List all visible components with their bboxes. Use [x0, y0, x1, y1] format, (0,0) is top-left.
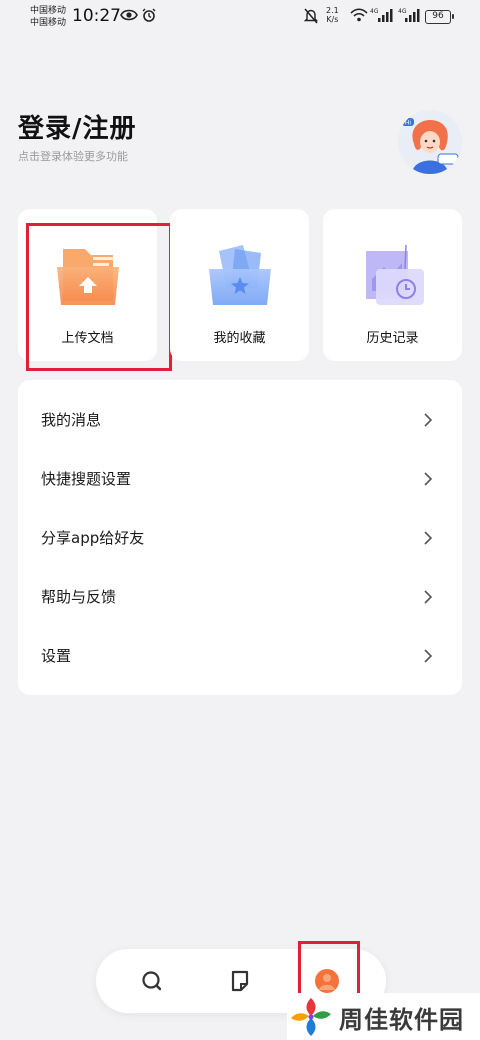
menu-item-label: 设置	[41, 647, 72, 665]
eye-icon	[120, 9, 138, 21]
history-label: 历史记录	[366, 331, 419, 346]
login-hint-text[interactable]: 点击登录体验更多功能	[18, 148, 128, 164]
favorites-star-folder-icon	[209, 245, 271, 305]
status-time: 10:27	[72, 6, 121, 26]
chevron-right-icon	[424, 413, 432, 427]
menu-item-label: 我的消息	[41, 411, 102, 429]
menu-item-settings[interactable]: 设置	[18, 626, 462, 685]
carrier-info: 中国移动 中国移动	[30, 5, 66, 29]
battery-indicator: 96	[425, 10, 454, 24]
network-speed: 2.1 K/s	[326, 6, 339, 24]
alarm-icon	[142, 8, 156, 22]
watermark: 周佳软件园	[287, 993, 480, 1040]
network-speed-unit: K/s	[326, 15, 339, 24]
menu-item-help-feedback[interactable]: 帮助与反馈	[18, 567, 462, 626]
watermark-text: 周佳软件园	[339, 1006, 464, 1034]
menu-item-share-app[interactable]: 分享app给好友	[18, 508, 462, 567]
settings-menu: 我的消息 快捷搜题设置 分享app给好友 帮助与反馈 设置	[18, 380, 462, 695]
menu-item-label: 分享app给好友	[41, 529, 145, 547]
status-bar: 中国移动 中国移动 10:27 2.1 K/s 4G 4G 96	[0, 0, 480, 34]
history-card[interactable]: 历史记录	[323, 209, 462, 361]
favorites-card[interactable]: 我的收藏	[170, 209, 309, 361]
favorites-label: 我的收藏	[213, 331, 266, 346]
chevron-right-icon	[424, 531, 432, 545]
signal-icon	[378, 9, 393, 22]
menu-item-label: 帮助与反馈	[41, 588, 117, 606]
menu-item-quick-search-settings[interactable]: 快捷搜题设置	[18, 449, 462, 508]
carrier-2: 中国移动	[30, 18, 67, 28]
chevron-right-icon	[424, 649, 432, 663]
chevron-right-icon	[424, 472, 432, 486]
notes-icon[interactable]	[228, 969, 252, 993]
search-icon[interactable]	[140, 969, 164, 993]
signal-icon-2	[405, 9, 420, 22]
history-clock-icon	[366, 244, 424, 305]
avatar-illustration-icon: Hi	[398, 110, 462, 174]
avatar-badge-text: Hi	[405, 120, 412, 127]
chevron-right-icon	[424, 590, 432, 604]
avatar[interactable]: Hi	[398, 110, 462, 174]
menu-item-my-messages[interactable]: 我的消息	[18, 390, 462, 449]
wifi-icon	[350, 8, 368, 22]
watermark-logo-icon	[291, 998, 331, 1036]
carrier-1: 中国移动	[30, 6, 67, 16]
upload-card-highlight-frame	[26, 223, 172, 371]
login-register-title[interactable]: 登录/注册	[18, 108, 137, 145]
mute-bell-icon	[304, 8, 318, 24]
menu-item-label: 快捷搜题设置	[41, 470, 132, 488]
network-speed-value: 2.1	[326, 6, 339, 15]
